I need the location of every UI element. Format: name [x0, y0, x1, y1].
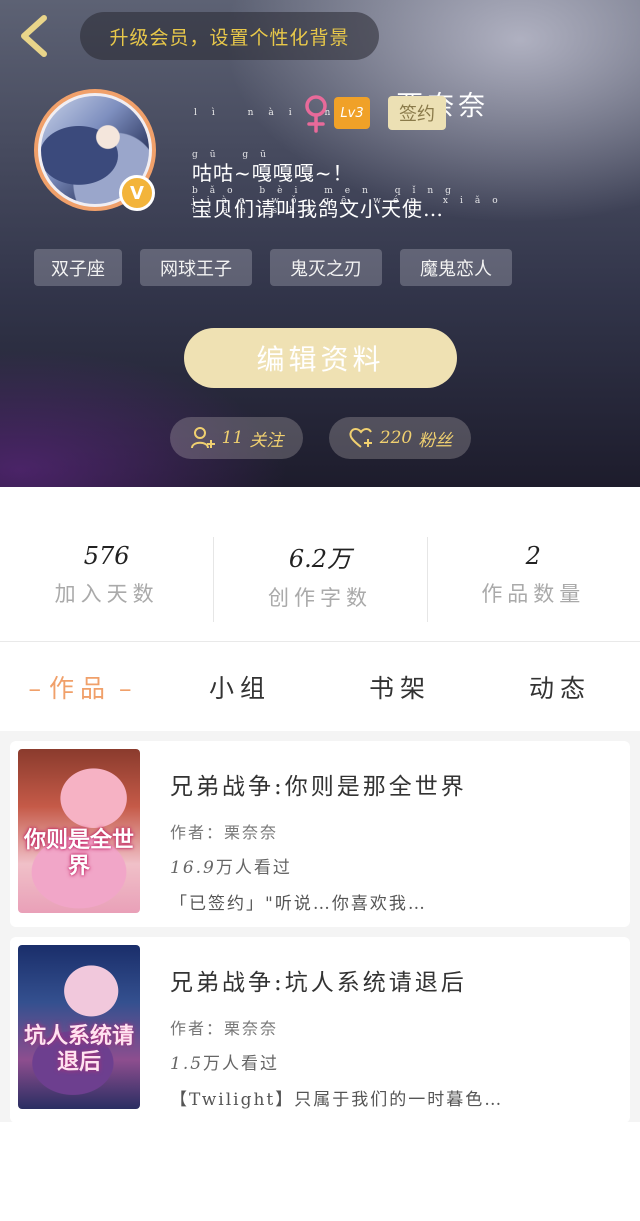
stat-label: 作品数量 [481, 582, 586, 606]
add-user-icon [190, 427, 215, 449]
vip-icon: V [119, 175, 155, 211]
back-icon [21, 15, 47, 57]
book-reads: 1.5万人看过 [170, 1049, 279, 1074]
signed-badge: 签约 [388, 96, 446, 130]
book-card[interactable]: 你则是全世界 兄弟战争:你则是那全世界 作者：栗奈奈 16.9万人看过 「已签约… [10, 741, 630, 927]
stat-value: 6.2万 [288, 544, 352, 573]
upgrade-banner[interactable]: 升级会员，设置个性化背景 [80, 12, 379, 60]
book-title: 兄弟战争:坑人系统请退后 [170, 970, 467, 996]
tab-label: 小组 [208, 674, 271, 703]
book-card[interactable]: 坑人系统请退后 兄弟战争:坑人系统请退后 作者：栗奈奈 1.5万人看过 【Twi… [10, 937, 630, 1123]
female-icon [305, 95, 327, 133]
profile-tabs: – 作品 – 小组 书架 动态 [0, 643, 640, 731]
bio: gū gū 咕咕~嘎嘎嘎~！ bǎo bèi men qǐng jiào wǒ … [192, 150, 522, 222]
fans-label: 粉丝 [418, 430, 453, 451]
book-cover: 坑人系统请退后 [18, 945, 140, 1109]
stat-label: 加入天数 [54, 582, 159, 606]
reads-label: 万人看过 [215, 858, 292, 878]
stat-join-days: 576 加入天数 [0, 487, 213, 641]
profile-header: 升级会员，设置个性化背景 V lì nài nài 栗奈奈 Lv3 签约 gū … [0, 0, 640, 487]
following-label: 关注 [249, 430, 284, 451]
following-count: 11 [221, 428, 244, 448]
tab-label: 动态 [528, 674, 591, 703]
bio-line1-pinyin: gū gū [192, 150, 278, 160]
tag-item[interactable]: 双子座 [34, 249, 122, 286]
bottom-spacer [0, 1122, 640, 1221]
tab-activity[interactable]: 动态 [480, 669, 640, 705]
tag-item[interactable]: 魔鬼恋人 [400, 249, 512, 286]
cover-title: 坑人系统请退后 [24, 1023, 135, 1075]
tab-label: 书架 [368, 674, 431, 703]
book-author: 作者：栗奈奈 [170, 823, 279, 842]
tab-works[interactable]: – 作品 – [0, 669, 160, 705]
book-description: 【Twilight】只属于我们的一时暮色… [170, 1090, 504, 1110]
book-cover: 你则是全世界 [18, 749, 140, 913]
tab-active-indicator: – [28, 674, 41, 703]
book-reads: 16.9万人看过 [170, 853, 292, 878]
heart-plus-icon [349, 428, 372, 448]
back-button[interactable] [14, 14, 54, 58]
book-author: 作者：栗奈奈 [170, 1019, 279, 1038]
stat-label: 创作字数 [267, 585, 372, 610]
reads-count: 16.9 [170, 858, 216, 878]
fans-button[interactable]: 220 粉丝 [329, 417, 471, 459]
book-title: 兄弟战争:你则是那全世界 [170, 774, 467, 800]
bio-line1: 咕咕~嘎嘎嘎~！ [192, 161, 354, 185]
tab-bookshelf[interactable]: 书架 [320, 669, 480, 705]
reads-count: 1.5 [170, 1054, 204, 1074]
stat-works-count: 2 作品数量 [426, 487, 640, 641]
reads-label: 万人看过 [203, 1054, 280, 1074]
book-description: 「已签约」"听说…你喜欢我… [170, 894, 427, 914]
tab-groups[interactable]: 小组 [160, 669, 320, 705]
stat-value: 2 [525, 542, 541, 570]
stat-value: 576 [83, 542, 130, 570]
fans-count: 220 [379, 428, 413, 448]
bio-line2-pinyin: bǎo bèi men qǐng jiào wǒ gē wén xiǎo tiā… [192, 186, 510, 216]
edit-profile-button[interactable]: 编辑资料 [184, 328, 457, 388]
tab-label: 作品 [48, 674, 111, 703]
following-button[interactable]: 11 关注 [170, 417, 303, 459]
tab-active-indicator: – [119, 674, 132, 703]
tag-list: 双子座 网球王子 鬼灭之刃 魔鬼恋人 [34, 249, 512, 286]
tag-item[interactable]: 鬼灭之刃 [270, 249, 382, 286]
level-badge: Lv3 [334, 97, 370, 129]
cover-title: 你则是全世界 [24, 827, 135, 879]
stat-word-count: 6.2万 创作字数 [213, 487, 426, 641]
stats-bar: 576 加入天数 6.2万 创作字数 2 作品数量 [0, 487, 640, 642]
tag-item[interactable]: 网球王子 [140, 249, 252, 286]
